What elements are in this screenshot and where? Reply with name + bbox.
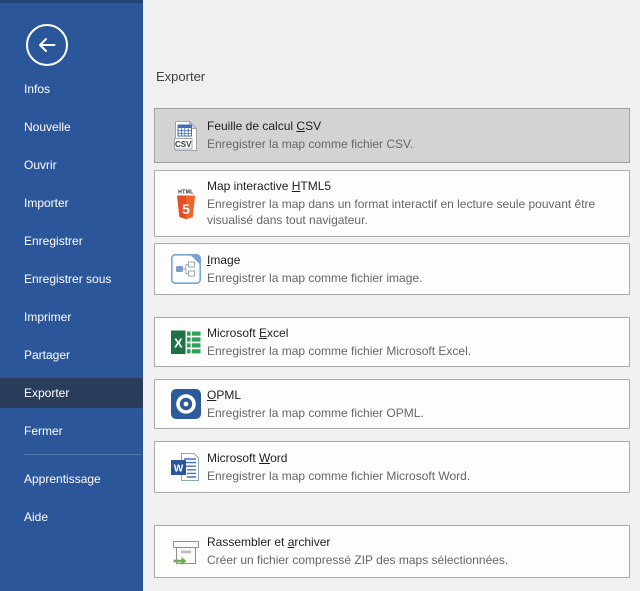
svg-text:HTML: HTML xyxy=(178,189,193,195)
sidebar-item-exporter[interactable]: Exporter xyxy=(0,378,143,408)
opml-icon xyxy=(170,388,204,420)
option-title: Map interactive HTML5 xyxy=(207,179,617,194)
option-title: Image xyxy=(207,253,422,268)
svg-text:5: 5 xyxy=(182,201,190,217)
sidebar-item-importer[interactable]: Importer xyxy=(0,188,143,218)
option-text: OPML Enregistrer la map comme fichier OP… xyxy=(207,388,424,421)
export-option-opml[interactable]: OPML Enregistrer la map comme fichier OP… xyxy=(154,379,630,429)
sidebar-item-aide[interactable]: Aide xyxy=(0,502,143,532)
option-text: Map interactive HTML5 Enregistrer la map… xyxy=(207,179,617,228)
image-export-icon xyxy=(170,253,204,285)
option-text: Microsoft Word Enregistrer la map comme … xyxy=(207,451,470,484)
option-text: Feuille de calcul CSV Enregistrer la map… xyxy=(207,119,413,152)
back-arrow-icon xyxy=(25,54,69,71)
option-title: Microsoft Excel xyxy=(207,326,471,341)
sidebar: Infos Nouvelle Ouvrir Importer Enregistr… xyxy=(0,0,143,591)
option-description: Enregistrer la map comme fichier OPML. xyxy=(207,405,424,421)
option-description: Enregistrer la map comme fichier CSV. xyxy=(207,136,413,152)
option-text: Rassembler et archiver Créer un fichier … xyxy=(207,535,508,568)
sidebar-item-enregistrer-sous[interactable]: Enregistrer sous xyxy=(0,264,143,294)
sidebar-item-fermer[interactable]: Fermer xyxy=(0,416,143,446)
export-panel: Exporter CSV Feuille de calcul CSV Enreg… xyxy=(143,0,640,591)
back-button[interactable] xyxy=(25,23,69,67)
csv-spreadsheet-icon: CSV xyxy=(170,120,204,152)
export-option-word[interactable]: W Microsoft Word Enregistrer la map comm… xyxy=(154,441,630,493)
sidebar-item-partager[interactable]: Partager xyxy=(0,340,143,370)
export-option-archive[interactable]: Rassembler et archiver Créer un fichier … xyxy=(154,525,630,578)
option-title: Rassembler et archiver xyxy=(207,535,508,550)
option-description: Enregistrer la map comme fichier Microso… xyxy=(207,468,470,484)
svg-text:X: X xyxy=(174,336,183,351)
option-description: Enregistrer la map comme fichier image. xyxy=(207,270,422,286)
option-title: OPML xyxy=(207,388,424,403)
export-option-image[interactable]: Image Enregistrer la map comme fichier i… xyxy=(154,243,630,295)
sidebar-divider xyxy=(24,454,141,455)
svg-text:CSV: CSV xyxy=(175,139,192,148)
sidebar-item-apprentissage[interactable]: Apprentissage xyxy=(0,464,143,494)
html5-icon: HTML 5 xyxy=(170,188,204,220)
option-description: Enregistrer la map comme fichier Microso… xyxy=(207,343,471,359)
export-option-csv[interactable]: CSV Feuille de calcul CSV Enregistrer la… xyxy=(154,108,630,163)
sidebar-item-enregistrer[interactable]: Enregistrer xyxy=(0,226,143,256)
option-text: Image Enregistrer la map comme fichier i… xyxy=(207,253,422,286)
sidebar-item-infos[interactable]: Infos xyxy=(0,74,143,104)
sidebar-item-imprimer[interactable]: Imprimer xyxy=(0,302,143,332)
word-icon: W xyxy=(170,451,204,483)
page-title: Exporter xyxy=(156,69,205,84)
option-description: Enregistrer la map dans un format intera… xyxy=(207,196,617,228)
excel-icon: X xyxy=(170,326,204,358)
sidebar-nav: Infos Nouvelle Ouvrir Importer Enregistr… xyxy=(0,74,143,540)
export-option-html5[interactable]: HTML 5 Map interactive HTML5 Enregistrer… xyxy=(154,170,630,237)
collect-archive-icon xyxy=(170,536,204,568)
option-text: Microsoft Excel Enregistrer la map comme… xyxy=(207,326,471,359)
option-title: Feuille de calcul CSV xyxy=(207,119,413,134)
sidebar-item-ouvrir[interactable]: Ouvrir xyxy=(0,150,143,180)
option-title: Microsoft Word xyxy=(207,451,470,466)
svg-text:W: W xyxy=(174,463,184,474)
export-option-excel[interactable]: X Microsoft Excel Enregistrer la map com… xyxy=(154,317,630,367)
sidebar-item-nouvelle[interactable]: Nouvelle xyxy=(0,112,143,142)
backstage-view: Infos Nouvelle Ouvrir Importer Enregistr… xyxy=(0,0,640,591)
option-description: Créer un fichier compressé ZIP des maps … xyxy=(207,552,508,568)
